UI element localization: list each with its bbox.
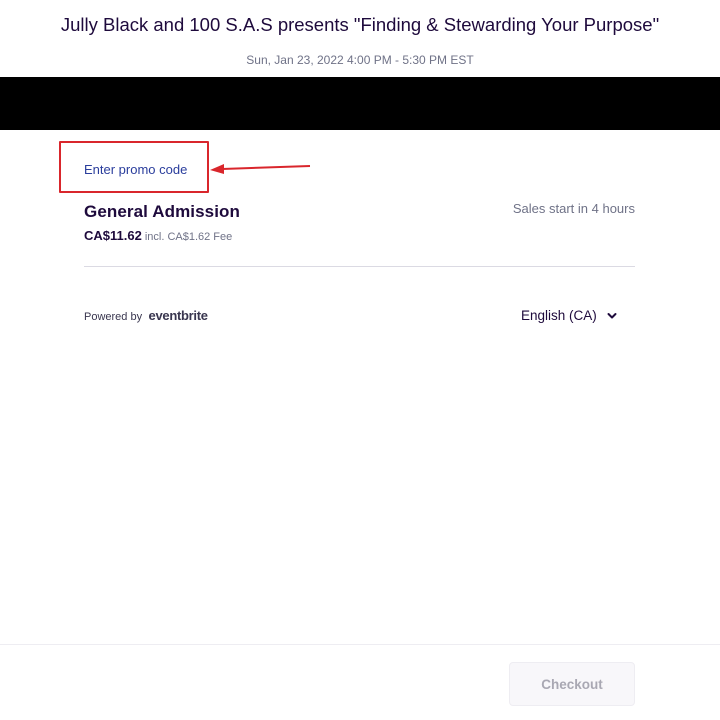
powered-by-eventbrite: Powered by eventbrite [84, 308, 208, 325]
annotation-arrow-icon [210, 164, 311, 174]
event-header: Jully Black and 100 S.A.S presents "Find… [0, 0, 720, 76]
event-banner-image [0, 77, 720, 130]
powered-by-label: Powered by [84, 311, 143, 323]
ticket-price-row: CA$11.62 incl. CA$1.62 Fee [84, 228, 232, 245]
checkout-modal: Jully Black and 100 S.A.S presents "Find… [0, 0, 720, 720]
ticket-name: General Admission [84, 202, 241, 221]
language-selector[interactable]: English (CA) [521, 307, 618, 327]
chevron-down-icon [607, 313, 617, 319]
event-datetime: Sun, Jan 23, 2022 4:00 PM - 5:30 PM EST [246, 53, 474, 67]
ticket-general-admission: General Admission CA$11.62 incl. CA$1.62 … [84, 198, 635, 267]
ticket-fee: incl. CA$1.62 Fee [144, 231, 233, 243]
ticket-sales-status: Sales start in 4 hours [512, 201, 635, 216]
checkout-button[interactable]: Checkout [509, 662, 635, 706]
checkout-footer: Checkout [0, 644, 720, 720]
eventbrite-logo[interactable]: eventbrite [149, 308, 208, 323]
enter-promo-code-link[interactable]: Enter promo code [84, 162, 187, 178]
language-selected-label: English (CA) [521, 308, 597, 323]
ticket-price: CA$11.62 [84, 228, 142, 243]
event-title: Jully Black and 100 S.A.S presents "Find… [60, 14, 660, 35]
